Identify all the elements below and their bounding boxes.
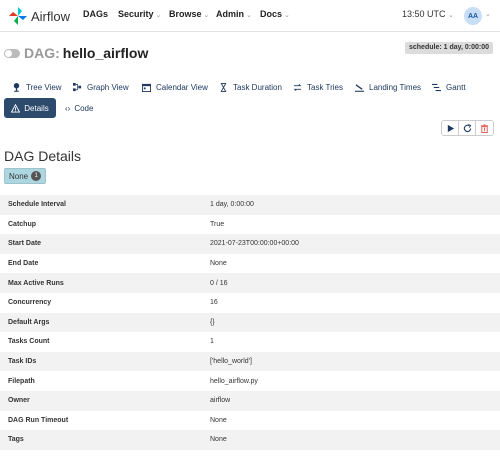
dag-header: DAG: hello_airflow <box>4 44 148 62</box>
detail-value: 0 / 16 <box>210 279 228 287</box>
refresh-button[interactable] <box>459 121 476 135</box>
detail-key: Tags <box>8 436 24 444</box>
table-row: Max Active Runs 0 / 16 <box>0 273 500 293</box>
detail-value: hello_airflow.py <box>210 377 258 385</box>
detail-value: None <box>210 436 227 444</box>
calendar-icon <box>142 83 151 92</box>
tab-task-tries[interactable]: Task Tries <box>293 81 343 93</box>
detail-value: 2021-07-23T00:00:00+00:00 <box>210 240 299 248</box>
table-row: Start Date 2021-07-23T00:00:00+00:00 <box>0 234 500 254</box>
detail-key: Catchup <box>8 220 36 228</box>
table-row: End Date None <box>0 254 500 274</box>
timezone-menu[interactable]: 13:50 UTC ⌄ <box>402 9 454 19</box>
table-row: Catchup True <box>0 215 500 235</box>
brand-name: Airflow <box>31 8 71 24</box>
warning-icon <box>11 103 21 113</box>
nav-security[interactable]: Security ⌄ <box>118 9 161 19</box>
detail-key: Concurrency <box>8 299 52 307</box>
user-avatar[interactable]: AA <box>464 7 482 25</box>
tab-landing-times[interactable]: Landing Times <box>355 81 421 93</box>
table-row: Task IDs ['hello_world'] <box>0 351 500 372</box>
play-icon <box>447 124 454 132</box>
detail-key: Owner <box>8 397 30 405</box>
table-row: Owner airflow <box>0 390 500 411</box>
tab-task-duration[interactable]: Task Duration <box>219 81 282 93</box>
table-row: Filepath hello_airflow.py <box>0 371 500 391</box>
detail-key: Start Date <box>8 240 42 248</box>
section-title: DAG Details <box>4 148 82 164</box>
table-row: Tasks Count 1 <box>0 332 500 352</box>
table-row: DAG Run Timeout None <box>0 411 500 431</box>
chevron-down-icon[interactable]: ⌄ <box>485 10 491 18</box>
detail-value: {} <box>210 318 215 326</box>
detail-key: Task IDs <box>8 358 37 366</box>
detail-value: True <box>210 220 225 228</box>
nav-dags[interactable]: DAGs <box>83 9 108 19</box>
tab-calendar-view[interactable]: Calendar View <box>142 81 208 93</box>
chevron-down-icon: ⌄ <box>203 12 210 19</box>
detail-key: Schedule Interval <box>8 201 66 209</box>
detail-value: None <box>210 416 227 424</box>
top-navbar: Airflow DAGs Security ⌄ Browse ⌄ Admin ⌄ Do… <box>0 0 500 32</box>
table-row: Concurrency 16 <box>0 293 500 313</box>
landing-icon <box>355 83 364 92</box>
chevron-down-icon: ⌄ <box>448 12 454 19</box>
gantt-icon <box>432 83 441 91</box>
tab-code[interactable]: ‹› Code <box>65 102 93 114</box>
trigger-dag-button[interactable] <box>442 121 459 135</box>
graph-icon <box>73 82 82 91</box>
dag-actions <box>441 120 494 136</box>
chevron-down-icon: ⌄ <box>246 12 252 19</box>
tab-gantt[interactable]: Gantt <box>432 81 466 93</box>
detail-value: ['hello_world'] <box>210 358 252 366</box>
tree-icon <box>13 82 20 92</box>
detail-value: 1 day, 0:00:00 <box>210 201 254 209</box>
detail-key: Max Active Runs <box>8 279 64 287</box>
nav-admin[interactable]: Admin ⌄ <box>216 9 252 19</box>
retry-icon <box>293 83 302 91</box>
dag-pause-toggle[interactable] <box>4 48 20 58</box>
trash-icon <box>480 123 489 133</box>
refresh-icon <box>463 123 471 132</box>
detail-value: airflow <box>210 397 231 405</box>
nav-docs[interactable]: Docs ⌄ <box>260 9 290 19</box>
delete-dag-button[interactable] <box>476 121 493 135</box>
table-row: Tags None <box>0 430 500 450</box>
detail-value: None <box>210 260 227 268</box>
tab-tree-view[interactable]: Tree View <box>12 81 62 93</box>
dag-title: hello_airflow <box>62 45 149 61</box>
dag-prefix: DAG: <box>24 45 60 61</box>
hourglass-icon <box>220 82 227 92</box>
table-row: Schedule Interval 1 day, 0:00:00 <box>0 195 500 215</box>
detail-value: 1 <box>210 338 214 346</box>
table-row: Default Args {} <box>0 312 500 333</box>
brand[interactable]: Airflow <box>8 6 70 26</box>
chevron-down-icon: ⌄ <box>155 12 162 19</box>
state-count: 1 <box>31 171 42 181</box>
schedule-badge: schedule: 1 day, 0:00:00 <box>405 42 494 54</box>
tab-graph-view[interactable]: Graph View <box>73 81 129 93</box>
detail-key: Tasks Count <box>8 338 50 346</box>
state-none-badge[interactable]: None 1 <box>4 168 47 184</box>
code-icon: ‹› <box>65 103 71 113</box>
chevron-down-icon: ⌄ <box>284 12 290 19</box>
airflow-logo-icon <box>9 7 27 25</box>
detail-key: End Date <box>8 260 39 268</box>
detail-key: Default Args <box>8 318 50 326</box>
detail-key: Filepath <box>8 377 35 385</box>
detail-key: DAG Run Timeout <box>8 416 69 424</box>
tab-details[interactable]: Details <box>4 98 56 118</box>
nav-browse[interactable]: Browse ⌄ <box>169 9 209 19</box>
detail-value: 16 <box>210 299 218 307</box>
details-table: Schedule Interval 1 day, 0:00:00 Catchup Tr… <box>0 195 500 450</box>
